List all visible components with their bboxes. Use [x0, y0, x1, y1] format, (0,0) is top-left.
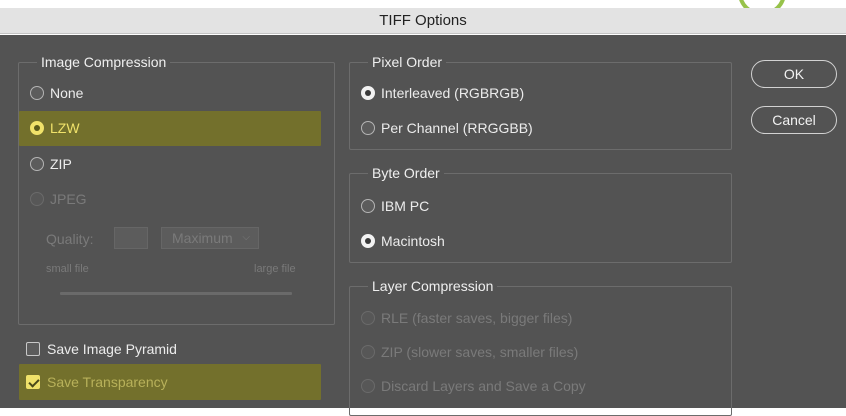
compression-zip-option[interactable]: ZIP — [30, 153, 72, 175]
small-file-label: small file — [46, 263, 89, 275]
compression-lzw-label: LZW — [50, 120, 80, 136]
compression-none-option[interactable]: None — [30, 82, 83, 104]
compression-zip-label: ZIP — [50, 156, 72, 172]
byte-order-ibm-pc-label: IBM PC — [381, 198, 430, 214]
layer-compression-zip-label: ZIP (slower saves, smaller files) — [381, 344, 579, 360]
byte-order-macintosh-option[interactable]: Macintosh — [361, 230, 445, 252]
layer-compression-legend: Layer Compression — [368, 278, 498, 294]
large-file-label: large file — [254, 263, 296, 275]
compression-lzw-option[interactable]: LZW — [30, 117, 80, 139]
layer-compression-discard-option[interactable]: Discard Layers and Save a Copy — [361, 375, 586, 397]
radio-none[interactable] — [30, 86, 44, 100]
quality-select-value: Maximum — [172, 230, 233, 246]
radio-layer-zip[interactable] — [361, 345, 375, 359]
radio-jpeg[interactable] — [30, 192, 44, 206]
compression-jpeg-option[interactable]: JPEG — [30, 188, 87, 210]
save-transparency-option[interactable]: Save Transparency — [26, 371, 168, 393]
layer-compression-discard-label: Discard Layers and Save a Copy — [381, 378, 586, 394]
quality-label: Quality: — [46, 231, 94, 247]
layer-compression-rle-option[interactable]: RLE (faster saves, bigger files) — [361, 307, 572, 329]
quality-input[interactable] — [114, 227, 148, 249]
radio-ibm-pc[interactable] — [361, 199, 375, 213]
save-image-pyramid-option[interactable]: Save Image Pyramid — [26, 338, 177, 360]
chevron-down-icon: ⌵ — [242, 232, 250, 243]
radio-discard-layers[interactable] — [361, 379, 375, 393]
pixel-order-per-channel-option[interactable]: Per Channel (RRGGBB) — [361, 117, 533, 139]
radio-lzw[interactable] — [30, 121, 44, 135]
window-title: TIFF Options — [379, 12, 467, 29]
radio-per-channel[interactable] — [361, 121, 375, 135]
radio-zip[interactable] — [30, 157, 44, 171]
pixel-order-interleaved-option[interactable]: Interleaved (RGBRGB) — [361, 82, 524, 104]
pixel-order-legend: Pixel Order — [368, 54, 447, 70]
cancel-button[interactable]: Cancel — [751, 106, 837, 134]
layer-compression-rle-label: RLE (faster saves, bigger files) — [381, 310, 573, 326]
byte-order-macintosh-label: Macintosh — [381, 233, 445, 249]
save-transparency-label: Save Transparency — [47, 374, 168, 390]
save-image-pyramid-checkbox[interactable] — [26, 342, 40, 356]
pixel-order-interleaved-label: Interleaved (RGBRGB) — [381, 85, 525, 101]
radio-interleaved[interactable] — [361, 86, 375, 100]
compression-none-label: None — [50, 85, 84, 101]
ok-button[interactable]: OK — [751, 60, 837, 88]
tiff-options-dialog: Image Compression None LZW ZIP JPEG Qual… — [0, 35, 846, 416]
layer-compression-zip-option[interactable]: ZIP (slower saves, smaller files) — [361, 341, 578, 363]
radio-macintosh[interactable] — [361, 234, 375, 248]
save-transparency-checkbox[interactable] — [26, 375, 40, 389]
quality-select[interactable]: Maximum ⌵ — [161, 227, 259, 249]
quality-slider[interactable] — [60, 292, 292, 295]
pixel-order-per-channel-label: Per Channel (RRGGBB) — [381, 120, 533, 136]
radio-rle[interactable] — [361, 311, 375, 325]
byte-order-ibm-pc-option[interactable]: IBM PC — [361, 195, 429, 217]
window-title-bar: TIFF Options — [0, 8, 846, 34]
save-image-pyramid-label: Save Image Pyramid — [47, 341, 177, 357]
byte-order-legend: Byte Order — [368, 165, 444, 181]
compression-jpeg-label: JPEG — [50, 191, 87, 207]
image-compression-legend: Image Compression — [37, 54, 171, 70]
